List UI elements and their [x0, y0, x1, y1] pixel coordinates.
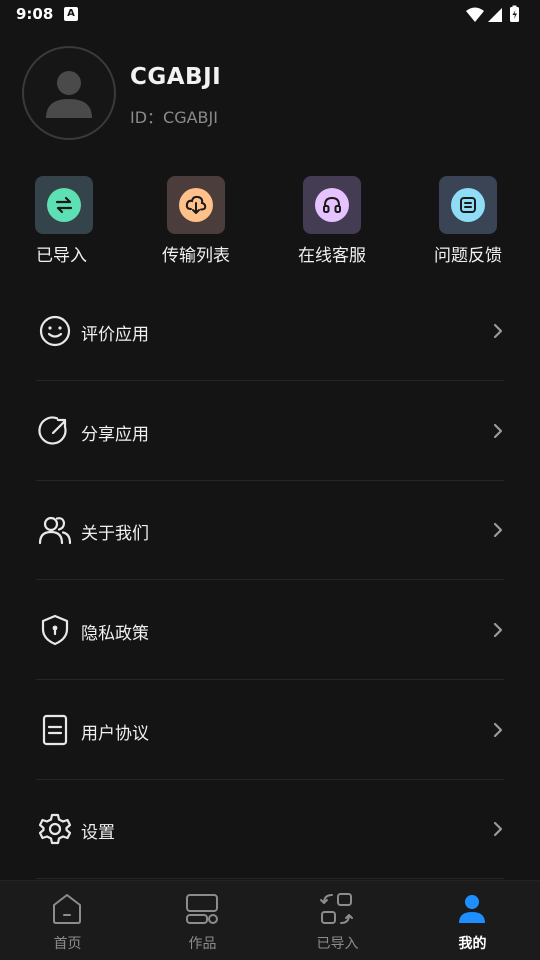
imported-icon	[320, 893, 353, 924]
status-bar: 9:08 A	[0, 0, 540, 30]
quick-action-transfer-list[interactable]: 传输列表	[146, 176, 246, 266]
shield-icon	[41, 614, 69, 646]
tab-label: 首页	[53, 936, 82, 952]
tab-label: 已导入	[316, 936, 359, 952]
status-time: 9:08	[16, 5, 54, 23]
menu-item-share-app[interactable]: 分享应用	[36, 381, 504, 481]
chevron-right-icon	[493, 522, 503, 538]
chevron-right-icon	[493, 821, 503, 837]
chevron-right-icon	[493, 323, 503, 339]
chevron-right-icon	[493, 722, 503, 738]
chevron-right-icon	[493, 423, 503, 439]
wifi-icon	[466, 7, 484, 22]
cloud-download-icon	[179, 188, 213, 222]
quick-action-box	[439, 176, 497, 234]
menu-item-privacy-policy[interactable]: 隐私政策	[36, 580, 504, 680]
quick-action-box	[303, 176, 361, 234]
menu-item-label: 分享应用	[81, 425, 149, 445]
profile-id: ID：CGABJI	[130, 108, 218, 127]
tab-label: 我的	[458, 936, 487, 952]
person-icon	[459, 895, 485, 923]
tab-imported[interactable]: 已导入	[270, 881, 405, 960]
quick-action-label: 已导入	[36, 246, 87, 266]
quick-action-label: 传输列表	[162, 246, 230, 266]
menu-item-label: 设置	[81, 823, 115, 843]
smile-icon	[39, 315, 71, 347]
quick-action-feedback[interactable]: 问题反馈	[418, 176, 518, 266]
avatar[interactable]	[22, 46, 116, 140]
quick-action-imported[interactable]: 已导入	[14, 176, 114, 266]
quick-action-box	[167, 176, 225, 234]
home-icon	[53, 894, 81, 924]
gear-icon	[38, 813, 72, 845]
bottom-tab-bar: 首页 作品 已导入 我的	[0, 880, 540, 960]
users-icon	[38, 516, 72, 545]
divider	[36, 878, 504, 879]
menu-item-about-us[interactable]: 关于我们	[36, 480, 504, 580]
swap-arrows-icon	[47, 188, 81, 222]
menu-item-label: 评价应用	[81, 325, 149, 345]
quick-action-online-service[interactable]: 在线客服	[282, 176, 382, 266]
notification-icon: A	[64, 7, 78, 21]
person-icon	[46, 71, 92, 118]
tab-works[interactable]: 作品	[135, 881, 270, 960]
menu-item-user-agreement[interactable]: 用户协议	[36, 680, 504, 780]
headset-icon	[315, 188, 349, 222]
quick-action-label: 在线客服	[298, 246, 366, 266]
menu-item-settings[interactable]: 设置	[36, 779, 504, 879]
document-icon	[42, 714, 68, 746]
tab-label: 作品	[188, 936, 217, 952]
profile-name: CGABJI	[130, 64, 222, 90]
menu-item-rate-app[interactable]: 评价应用	[36, 281, 504, 381]
menu-item-label: 隐私政策	[81, 624, 149, 644]
menu-item-label: 关于我们	[81, 524, 149, 544]
tab-mine[interactable]: 我的	[405, 881, 540, 960]
signal-icon	[488, 8, 502, 22]
feedback-icon	[451, 188, 485, 222]
status-indicators	[464, 5, 524, 25]
chevron-right-icon	[493, 622, 503, 638]
battery-icon	[510, 5, 519, 22]
share-icon	[38, 416, 67, 445]
quick-action-label: 问题反馈	[434, 246, 502, 266]
tab-home[interactable]: 首页	[0, 881, 135, 960]
quick-action-box	[35, 176, 93, 234]
menu-item-label: 用户协议	[81, 724, 149, 744]
works-icon	[186, 894, 218, 924]
